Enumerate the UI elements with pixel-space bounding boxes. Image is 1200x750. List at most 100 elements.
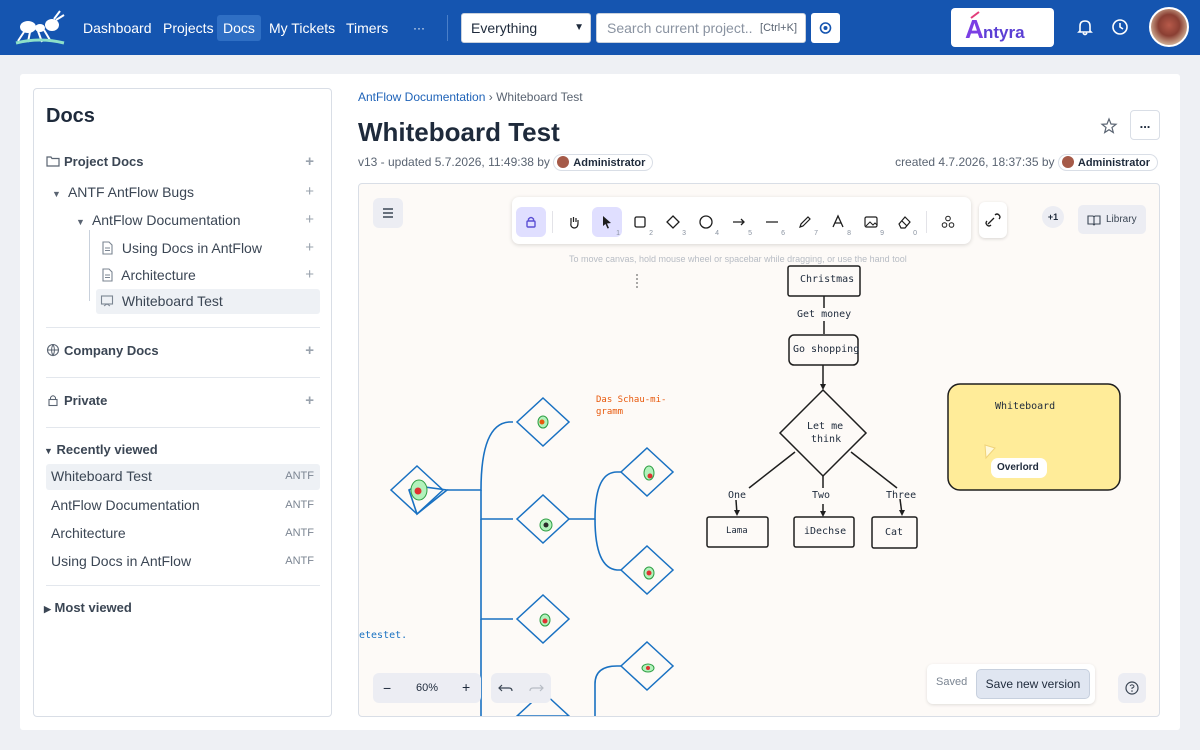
nav-more-button[interactable]: ··· bbox=[407, 15, 431, 41]
add-child-button[interactable]: + bbox=[305, 208, 314, 232]
shape-get-money[interactable]: Get money bbox=[797, 309, 851, 320]
antyra-logo-icon: A ntyra bbox=[965, 11, 1025, 44]
label-three[interactable]: Three bbox=[886, 490, 916, 501]
sidebar-company-docs-label: Company Docs bbox=[64, 343, 159, 358]
sidebar-private[interactable]: Private + bbox=[46, 389, 320, 413]
collaborators-count[interactable]: +1 bbox=[1042, 206, 1064, 228]
most-viewed-toggle[interactable]: ▶ Most viewed bbox=[44, 596, 318, 620]
sidebar-item-using-docs[interactable]: Using Docs in AntFlow + bbox=[100, 236, 320, 260]
recent-item[interactable]: Architecture ANTF bbox=[46, 521, 320, 545]
add-child-button[interactable]: + bbox=[305, 263, 314, 287]
laser-tool-button[interactable] bbox=[979, 202, 1007, 238]
tool-lock[interactable] bbox=[516, 207, 546, 237]
document-icon bbox=[102, 241, 113, 255]
label-two[interactable]: Two bbox=[812, 490, 830, 501]
add-project-doc-button[interactable]: + bbox=[305, 150, 314, 174]
shape-go-shopping[interactable]: Go shopping bbox=[793, 344, 859, 355]
recent-item[interactable]: Using Docs in AntFlow ANTF bbox=[46, 549, 320, 573]
sidebar-item-antflow-documentation[interactable]: ▼ AntFlow Documentation + bbox=[76, 208, 320, 232]
line-icon bbox=[766, 221, 778, 223]
shape-christmas[interactable]: Christmas bbox=[800, 274, 854, 285]
shortcut-number: 7 bbox=[814, 230, 818, 237]
ant-logo-icon[interactable] bbox=[14, 7, 66, 49]
nav-timers[interactable]: Timers bbox=[340, 15, 394, 41]
sidebar-item-label: Using Docs in AntFlow bbox=[121, 240, 262, 256]
tool-select[interactable]: 1 bbox=[592, 207, 622, 237]
sidebar-item-antf-bugs[interactable]: ▼ ANTF AntFlow Bugs + bbox=[52, 180, 320, 204]
add-private-doc-button[interactable]: + bbox=[305, 389, 314, 413]
tool-text[interactable]: 8 bbox=[823, 207, 853, 237]
shape-let-me[interactable]: Let me bbox=[807, 421, 843, 432]
brand-logo[interactable]: A ntyra bbox=[951, 8, 1054, 47]
locate-button[interactable] bbox=[811, 13, 840, 43]
text-etestet[interactable]: etestet. bbox=[359, 630, 407, 641]
tool-hand[interactable] bbox=[559, 207, 589, 237]
notifications-bell-icon[interactable] bbox=[1075, 17, 1095, 37]
shortcut-number: 1 bbox=[616, 230, 620, 237]
save-new-version-button[interactable]: Save new version bbox=[976, 669, 1090, 699]
image-icon bbox=[864, 216, 878, 228]
more-options-button[interactable]: ... bbox=[1130, 110, 1160, 140]
tool-line[interactable]: 6 bbox=[757, 207, 787, 237]
add-company-doc-button[interactable]: + bbox=[305, 339, 314, 363]
nav-dashboard[interactable]: Dashboard bbox=[77, 15, 158, 41]
add-child-button[interactable]: + bbox=[305, 180, 314, 204]
created-by-chip[interactable]: Administrator bbox=[1057, 154, 1158, 171]
user-avatar[interactable] bbox=[1149, 7, 1189, 47]
tool-ellipse[interactable]: 4 bbox=[691, 207, 721, 237]
tree-line bbox=[89, 230, 90, 301]
created-by-name: Administrator bbox=[1077, 157, 1150, 169]
updated-by-chip[interactable]: Administrator bbox=[553, 154, 654, 171]
cursor-label-overlord: Overlord bbox=[997, 462, 1039, 473]
recent-item[interactable]: AntFlow Documentation ANTF bbox=[46, 493, 320, 517]
recent-item-project: ANTF bbox=[285, 555, 314, 567]
tool-draw[interactable]: 7 bbox=[790, 207, 820, 237]
recently-viewed-toggle[interactable]: ▼ Recently viewed bbox=[44, 438, 318, 462]
search-scope-select[interactable]: Everything ▼ bbox=[461, 13, 591, 43]
zoom-out-button[interactable]: − bbox=[383, 680, 391, 696]
add-child-button[interactable]: + bbox=[305, 236, 314, 260]
shape-lama[interactable]: Lama bbox=[726, 526, 748, 536]
search-input[interactable]: Search current project.. [Ctrl+K] bbox=[596, 13, 806, 43]
sidebar-project-docs[interactable]: Project Docs + bbox=[46, 150, 320, 174]
divider bbox=[46, 427, 320, 428]
tool-eraser[interactable]: 0 bbox=[889, 207, 919, 237]
shape-think[interactable]: think bbox=[811, 434, 841, 445]
nav-projects[interactable]: Projects bbox=[157, 15, 220, 41]
shape-idechse[interactable]: iDechse bbox=[804, 526, 846, 537]
search-scope-value: Everything bbox=[471, 20, 538, 36]
recent-item[interactable]: Whiteboard Test ANTF bbox=[46, 464, 320, 490]
sidebar-item-whiteboard-test[interactable]: Whiteboard Test bbox=[96, 289, 320, 314]
whiteboard-canvas[interactable]: Christmas Get money Go shopping Let me t… bbox=[358, 183, 1160, 717]
shape-cat[interactable]: Cat bbox=[885, 527, 903, 538]
tool-image[interactable]: 9 bbox=[856, 207, 886, 237]
nav-my-tickets[interactable]: My Tickets bbox=[263, 15, 341, 41]
tool-arrow[interactable]: 5 bbox=[724, 207, 754, 237]
text-schau-2[interactable]: gramm bbox=[596, 407, 623, 417]
undo-icon[interactable] bbox=[491, 673, 521, 703]
tool-diamond[interactable]: 3 bbox=[658, 207, 688, 237]
nav-docs[interactable]: Docs bbox=[217, 15, 261, 41]
library-button[interactable]: Library bbox=[1078, 205, 1146, 234]
created-info: created 4.7.2026, 18:37:35 by Administra… bbox=[895, 154, 1158, 171]
label-one[interactable]: One bbox=[728, 490, 746, 501]
sidebar-company-docs[interactable]: Company Docs + bbox=[46, 339, 320, 363]
canvas-menu-button[interactable] bbox=[373, 198, 403, 228]
tool-more-shapes[interactable] bbox=[933, 207, 963, 237]
sidebar-item-architecture[interactable]: Architecture + bbox=[100, 263, 320, 287]
search-shortcut: [Ctrl+K] bbox=[760, 22, 797, 34]
redo-icon[interactable] bbox=[521, 673, 551, 703]
help-button[interactable] bbox=[1118, 673, 1146, 703]
shortcut-number: 2 bbox=[649, 230, 653, 237]
toolbar-divider bbox=[552, 211, 553, 233]
sidebar-title: Docs bbox=[46, 105, 95, 127]
text-schau-1[interactable]: Das Schau-mi- bbox=[596, 395, 666, 405]
tool-rectangle[interactable]: 2 bbox=[625, 207, 655, 237]
zoom-level[interactable]: 60% bbox=[416, 682, 438, 694]
star-icon[interactable] bbox=[1099, 116, 1119, 136]
history-icon[interactable] bbox=[1110, 17, 1130, 37]
breadcrumb-parent-link[interactable]: AntFlow Documentation bbox=[358, 90, 485, 104]
zoom-in-button[interactable]: + bbox=[462, 679, 470, 695]
shape-whiteboard[interactable]: Whiteboard bbox=[995, 401, 1055, 412]
recent-item-project: ANTF bbox=[285, 470, 314, 482]
